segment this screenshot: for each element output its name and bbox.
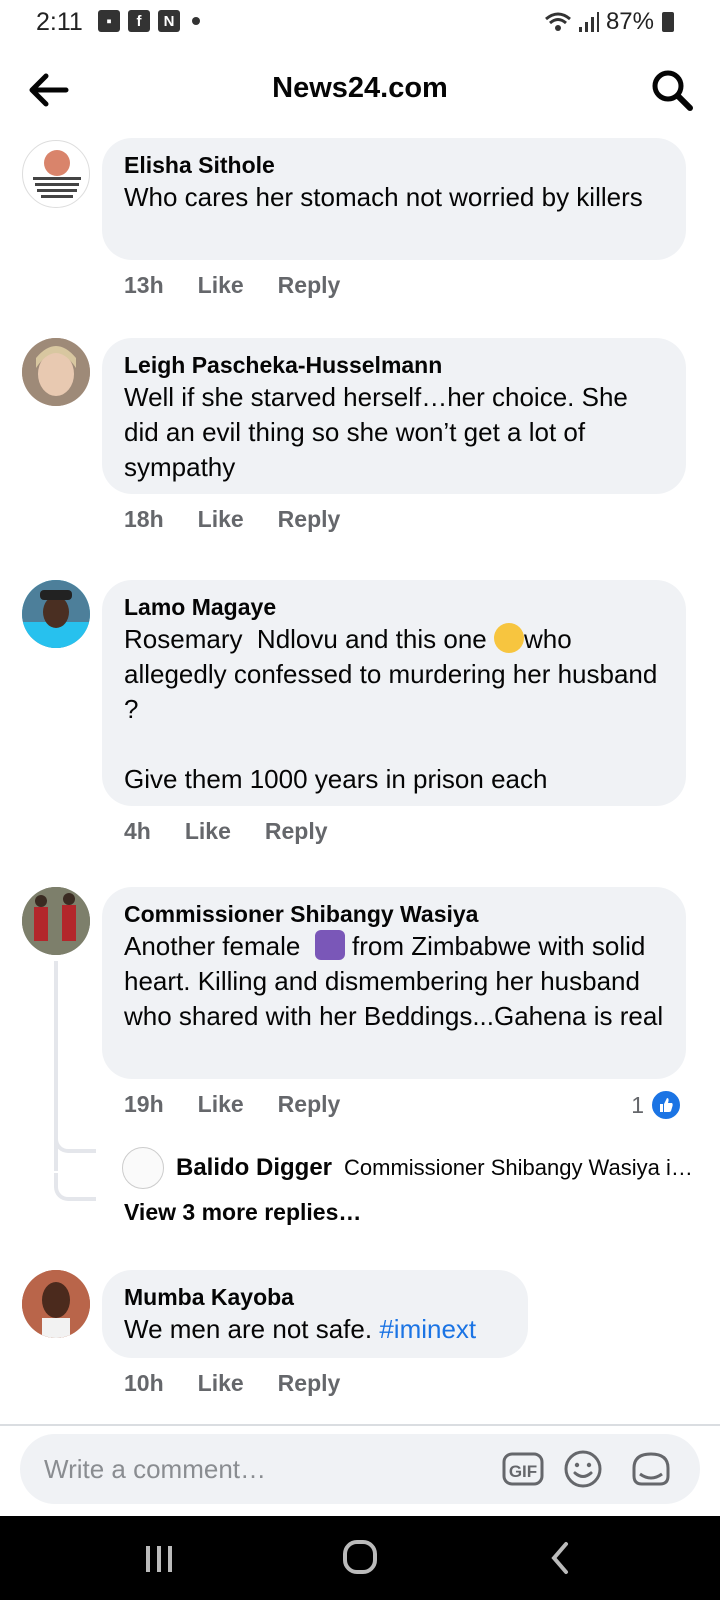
like-button[interactable]: Like <box>198 272 244 299</box>
sticker-icon[interactable] <box>630 1448 672 1490</box>
reply-button[interactable]: Reply <box>278 272 341 299</box>
reaction-count: 1 <box>631 1091 644 1118</box>
signal-icon <box>578 12 599 32</box>
comment-author[interactable]: Elisha Sithole <box>124 150 664 180</box>
comment-actions: 4h Like Reply <box>124 818 328 845</box>
facebook-icon: f <box>128 10 150 32</box>
reply-author[interactable]: Balido Digger <box>176 1154 332 1182</box>
wifi-icon <box>544 12 571 31</box>
gif-label: GIF <box>509 1462 537 1481</box>
page-title: News24.com <box>272 72 448 104</box>
gif-icon[interactable]: GIF <box>502 1448 544 1490</box>
comment-bubble[interactable]: Mumba Kayoba We men are not safe. #imine… <box>102 1270 528 1358</box>
comment-text: We men are not safe. #iminext <box>124 1314 477 1344</box>
back-nav-icon[interactable] <box>536 1538 586 1578</box>
like-button[interactable]: Like <box>198 1091 244 1118</box>
gallery-icon: ▪ <box>98 10 120 32</box>
avatar-image <box>22 1270 90 1338</box>
like-reaction-icon <box>650 1089 682 1121</box>
home-icon[interactable] <box>335 1538 385 1578</box>
comment-timestamp[interactable]: 18h <box>124 506 164 533</box>
comment-composer: GIF <box>20 1434 700 1504</box>
comment-author[interactable]: Mumba Kayoba <box>124 1282 506 1312</box>
comment-bubble[interactable]: Leigh Pascheka-Husselmann Well if she st… <box>102 338 686 494</box>
comment-actions: 18h Like Reply <box>124 506 340 533</box>
comment-bubble[interactable]: Commissioner Shibangy Wasiya Another fem… <box>102 887 686 1079</box>
comment-timestamp[interactable]: 4h <box>124 818 151 845</box>
recent-apps-icon[interactable] <box>134 1538 184 1578</box>
reply-button[interactable]: Reply <box>278 506 341 533</box>
comment-bubble[interactable]: Lamo Magaye Rosemary Ndlovu and this one… <box>102 580 686 806</box>
like-button[interactable]: Like <box>198 1370 244 1397</box>
avatar[interactable] <box>22 140 90 208</box>
reaction-summary[interactable]: 1 <box>631 1089 682 1121</box>
comment-text: Who cares her stomach not worried by kil… <box>124 182 643 212</box>
comment-text: Rosemary Ndlovu and this one who alleged… <box>124 623 658 794</box>
reply-button[interactable]: Reply <box>278 1091 341 1118</box>
reply-button[interactable]: Reply <box>265 818 328 845</box>
news-icon: N <box>158 10 180 32</box>
avatar-image <box>22 338 90 406</box>
avatar[interactable] <box>22 1270 90 1338</box>
comment-input[interactable] <box>42 1446 486 1492</box>
comment-actions: 10h Like Reply <box>124 1370 340 1397</box>
comment-actions: 13h Like Reply <box>124 272 340 299</box>
comment-text: Well if she starved herself…her choice. … <box>124 382 636 482</box>
system-navigation-bar <box>0 1516 720 1600</box>
like-button[interactable]: Like <box>198 506 244 533</box>
reply-text: Commissioner Shibangy Wasiya i… <box>344 1155 693 1180</box>
comment-author[interactable]: Commissioner Shibangy Wasiya <box>124 899 664 929</box>
status-time: 2:11 <box>36 8 83 36</box>
avatar-image <box>22 887 90 955</box>
composer-divider <box>0 1424 720 1426</box>
top-app-bar: News24.com <box>0 56 720 126</box>
status-bar: 2:11 ▪ f N 87% <box>0 0 720 46</box>
reply-avatar[interactable] <box>122 1147 164 1189</box>
avatar[interactable] <box>22 580 90 648</box>
status-right: 87% <box>544 8 674 36</box>
emoji-icon[interactable] <box>562 1448 604 1490</box>
battery-percent: 87% <box>605 8 654 35</box>
comment-author[interactable]: Leigh Pascheka-Husselmann <box>124 350 664 380</box>
comment-timestamp[interactable]: 19h <box>124 1091 164 1118</box>
comment-timestamp[interactable]: 13h <box>124 272 164 299</box>
thread-branch <box>54 1173 96 1201</box>
woman-mage-emoji-icon <box>314 930 345 960</box>
comment-timestamp[interactable]: 10h <box>124 1370 164 1397</box>
reply-button[interactable]: Reply <box>278 1370 341 1397</box>
thinking-face-emoji-icon <box>493 623 524 653</box>
reply-preview[interactable]: Balido Digger Commissioner Shibangy Wasi… <box>122 1147 702 1189</box>
comment-author[interactable]: Lamo Magaye <box>124 592 664 622</box>
comment-bubble[interactable]: Elisha Sithole Who cares her stomach not… <box>102 138 686 260</box>
avatar-image <box>33 150 81 198</box>
thread-branch <box>54 1125 96 1153</box>
comment-text: Another female from Zimbabwe with solid … <box>124 930 664 1031</box>
view-more-replies[interactable]: View 3 more replies… <box>124 1199 361 1226</box>
like-button[interactable]: Like <box>185 818 231 845</box>
comment-actions: 19h Like Reply <box>124 1091 340 1118</box>
hashtag-link[interactable]: #iminext <box>379 1314 476 1344</box>
avatar-image <box>22 580 90 648</box>
avatar[interactable] <box>22 887 90 955</box>
avatar[interactable] <box>22 338 90 406</box>
notification-dot-icon <box>192 17 200 25</box>
battery-icon <box>662 12 674 32</box>
status-notification-icons: ▪ f N <box>98 10 200 32</box>
search-icon[interactable] <box>650 68 694 112</box>
